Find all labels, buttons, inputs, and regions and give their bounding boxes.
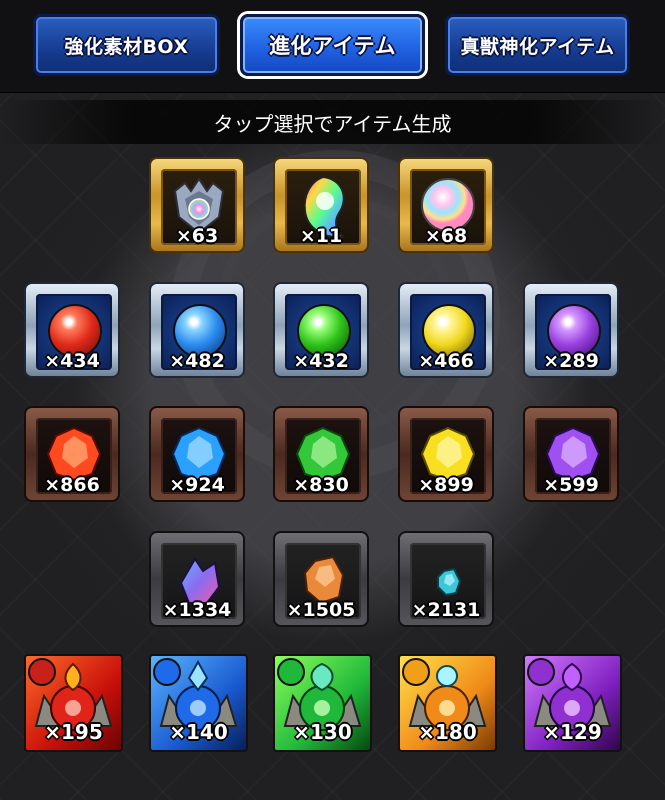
item-slot[interactable]: ×899 xyxy=(398,406,494,502)
item-slot[interactable]: ×1334 xyxy=(149,531,245,627)
item-slot[interactable]: ×130 xyxy=(273,654,372,752)
item-count: ×68 xyxy=(424,225,468,247)
tab-true-godification-items[interactable]: 真獣神化アイテム xyxy=(445,14,630,76)
item-slot[interactable]: ×599 xyxy=(523,406,619,502)
item-slot[interactable]: ×11 xyxy=(273,157,369,253)
item-count: ×63 xyxy=(175,225,219,247)
item-count: ×195 xyxy=(44,720,103,744)
item-count: ×180 xyxy=(418,720,477,744)
item-count: ×130 xyxy=(293,720,352,744)
item-count: ×11 xyxy=(299,225,343,247)
instruction-banner: タップ選択でアイテム生成 xyxy=(0,100,665,144)
item-count: ×2131 xyxy=(411,599,481,621)
item-count: ×924 xyxy=(169,474,225,496)
tab-enhance-material-box[interactable]: 強化素材BOX xyxy=(33,14,220,76)
item-count: ×432 xyxy=(293,350,349,372)
item-count: ×289 xyxy=(543,350,599,372)
item-count: ×482 xyxy=(169,350,225,372)
item-slot[interactable]: ×195 xyxy=(24,654,123,752)
item-slot[interactable]: ×63 xyxy=(149,157,245,253)
item-slot[interactable]: ×1505 xyxy=(273,531,369,627)
item-count: ×140 xyxy=(169,720,228,744)
item-slot[interactable]: ×68 xyxy=(398,157,494,253)
item-count: ×599 xyxy=(543,474,599,496)
item-count: ×434 xyxy=(44,350,100,372)
item-slot[interactable]: ×482 xyxy=(149,282,245,378)
item-count: ×866 xyxy=(44,474,100,496)
tab-evolution-items[interactable]: 進化アイテム xyxy=(240,14,425,76)
item-slot[interactable]: ×866 xyxy=(24,406,120,502)
item-slot[interactable]: ×129 xyxy=(523,654,622,752)
item-count: ×830 xyxy=(293,474,349,496)
item-slot[interactable]: ×180 xyxy=(398,654,497,752)
item-slot[interactable]: ×289 xyxy=(523,282,619,378)
item-slot[interactable]: ×2131 xyxy=(398,531,494,627)
item-slot[interactable]: ×466 xyxy=(398,282,494,378)
item-count: ×899 xyxy=(418,474,474,496)
item-slot[interactable]: ×432 xyxy=(273,282,369,378)
item-count: ×1505 xyxy=(286,599,356,621)
item-count: ×1334 xyxy=(162,599,232,621)
item-count: ×129 xyxy=(543,720,602,744)
item-count: ×466 xyxy=(418,350,474,372)
item-slot[interactable]: ×140 xyxy=(149,654,248,752)
tab-bar: 強化素材BOX 進化アイテム 真獣神化アイテム xyxy=(0,0,665,93)
item-slot[interactable]: ×830 xyxy=(273,406,369,502)
item-slot[interactable]: ×924 xyxy=(149,406,245,502)
item-slot[interactable]: ×434 xyxy=(24,282,120,378)
